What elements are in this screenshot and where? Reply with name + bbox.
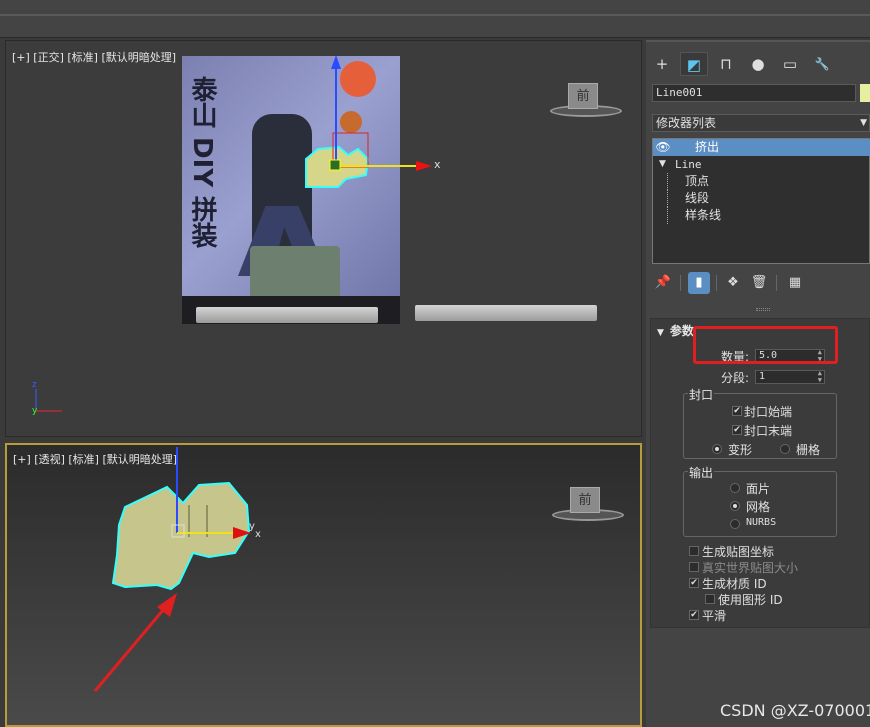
capping-title: 封口 — [688, 386, 715, 403]
mesh-label[interactable]: 网格 — [746, 498, 770, 515]
pin-stack-icon[interactable]: 📌 — [652, 272, 674, 294]
stack-item-spline[interactable]: 样条线 — [653, 207, 870, 224]
front-gizmo: x — [305, 55, 441, 188]
command-panel: + ◩ ⊓ ● ▭ 🔧 Line001 修改器列表 ▼ 👁 挤出 ▼ Line … — [646, 40, 870, 727]
stack-item-vertex[interactable]: 顶点 — [653, 173, 870, 190]
navcube-face[interactable]: 前 — [568, 83, 598, 109]
stack-item-label: Line — [675, 158, 702, 171]
segments-label: 分段: — [721, 371, 750, 385]
watermark: CSDN @XZ-070001 — [720, 701, 870, 720]
real-world-map-checkbox — [689, 562, 699, 572]
stack-item-line[interactable]: ▼ Line — [653, 156, 870, 173]
perspective-scene: y x — [93, 447, 261, 692]
object-color-swatch[interactable] — [860, 84, 870, 102]
real-world-map-label: 真实世界贴图大小 — [702, 561, 799, 575]
stack-item-label: 样条线 — [685, 208, 722, 222]
stack-item-label: 挤出 — [695, 140, 720, 154]
tree-connector — [667, 207, 681, 224]
morph-label[interactable]: 变形 — [728, 441, 752, 458]
collapse-triangle-icon[interactable]: ▼ — [657, 328, 664, 338]
use-shape-ids-label[interactable]: 使用图形 ID — [718, 591, 783, 608]
display-tab[interactable]: ▭ — [776, 52, 804, 76]
toolbar-strip — [0, 14, 870, 16]
smooth-label[interactable]: 平滑 — [702, 607, 726, 624]
eye-icon[interactable]: 👁 — [655, 139, 671, 156]
modifier-list-label: 修改器列表 — [656, 116, 717, 130]
spinner-arrows-icon[interactable]: ▲ ▼ — [818, 370, 822, 384]
stack-item-label: 线段 — [685, 191, 710, 205]
modifier-stack[interactable]: 👁 挤出 ▼ Line 顶点 线段 样条线 — [652, 138, 870, 264]
separator — [716, 275, 717, 291]
stack-item-segment[interactable]: 线段 — [653, 190, 870, 207]
output-group: 输出 面片 网格 NURBS — [683, 464, 837, 537]
tree-connector — [667, 173, 681, 190]
panel-grip[interactable] — [756, 308, 770, 311]
capping-group: 封口 ✔ 封口始端 ✔ 封口末端 变形 栅格 — [683, 386, 837, 459]
chevron-down-icon: ▼ — [860, 118, 867, 128]
mesh-radio[interactable] — [730, 501, 740, 511]
front-navcube[interactable]: 前 — [550, 83, 622, 119]
navcube-face[interactable]: 前 — [570, 487, 600, 513]
remove-modifier-icon[interactable]: 🗑 — [748, 272, 770, 294]
grid-radio[interactable] — [780, 444, 790, 454]
gen-material-ids-label[interactable]: 生成材质 ID — [702, 575, 767, 592]
expand-triangle-icon[interactable]: ▼ — [659, 156, 666, 173]
tree-connector — [667, 190, 681, 207]
create-tab[interactable]: + — [648, 52, 676, 76]
stack-item-label: 顶点 — [685, 174, 710, 188]
segments-value[interactable]: 1 — [759, 371, 765, 382]
parameters-rollout: ▼ 参数 数量: 5.0 ▲ ▼ 分段: 1 ▲ ▼ 封口 ✔ 封口始端 ✔ 封口末端… — [650, 318, 870, 628]
perspective-navcube[interactable]: 前 — [552, 487, 624, 523]
object-name-field[interactable]: Line001 — [652, 84, 856, 102]
nurbs-label[interactable]: NURBS — [746, 517, 776, 528]
separator — [776, 275, 777, 291]
motion-tab[interactable]: ● — [744, 52, 772, 76]
command-tabs: + ◩ ⊓ ● ▭ 🔧 — [646, 40, 870, 78]
gen-map-coords-checkbox[interactable] — [689, 546, 699, 556]
rollout-title-label: 参数 — [669, 324, 694, 338]
configure-sets-icon[interactable]: ▦ — [784, 272, 806, 294]
smooth-checkbox[interactable]: ✔ — [689, 610, 699, 620]
stack-toolbar: 📌 ▮ ❖ 🗑 ▦ — [652, 272, 870, 294]
front-axis-x: x — [434, 158, 441, 171]
modifier-list-dropdown[interactable]: 修改器列表 ▼ — [652, 114, 870, 132]
segments-spinner[interactable]: 1 ▲ ▼ — [755, 370, 825, 384]
nurbs-radio[interactable] — [730, 519, 740, 529]
grid-label[interactable]: 栅格 — [796, 441, 820, 458]
use-shape-ids-checkbox[interactable] — [705, 594, 715, 604]
separator — [680, 275, 681, 291]
patch-radio[interactable] — [730, 483, 740, 493]
patch-label[interactable]: 面片 — [746, 480, 770, 497]
output-title: 输出 — [688, 464, 715, 481]
cap-end-checkbox[interactable]: ✔ — [732, 425, 742, 435]
utilities-tab[interactable]: 🔧 — [808, 52, 836, 76]
annotation-highlight-box — [693, 326, 838, 364]
cap-start-checkbox[interactable]: ✔ — [732, 406, 742, 416]
persp-axis-x: x — [255, 529, 261, 540]
cap-end-label[interactable]: 封口末端 — [744, 422, 792, 439]
stack-item-extrude[interactable]: 👁 挤出 — [653, 139, 870, 156]
gen-material-ids-checkbox[interactable]: ✔ — [689, 578, 699, 588]
front-viewport[interactable]: [+] [正交] [标准] [默认明暗处理] 泰山 DIY 拼装 x 前 z y — [5, 40, 642, 437]
modify-tab[interactable]: ◩ — [680, 52, 708, 76]
hierarchy-tab[interactable]: ⊓ — [712, 52, 740, 76]
show-end-result-icon[interactable]: ▮ — [688, 272, 710, 294]
perspective-viewport[interactable]: [+] [透视] [标准] [默认明暗处理] y x 前 — [5, 443, 642, 727]
top-toolbar — [0, 0, 870, 38]
make-unique-icon[interactable]: ❖ — [722, 272, 744, 294]
gen-map-coords-label[interactable]: 生成贴图坐标 — [702, 543, 774, 560]
rollout-title[interactable]: ▼ 参数 — [657, 322, 694, 339]
morph-radio[interactable] — [712, 444, 722, 454]
cap-start-label[interactable]: 封口始端 — [744, 403, 792, 420]
